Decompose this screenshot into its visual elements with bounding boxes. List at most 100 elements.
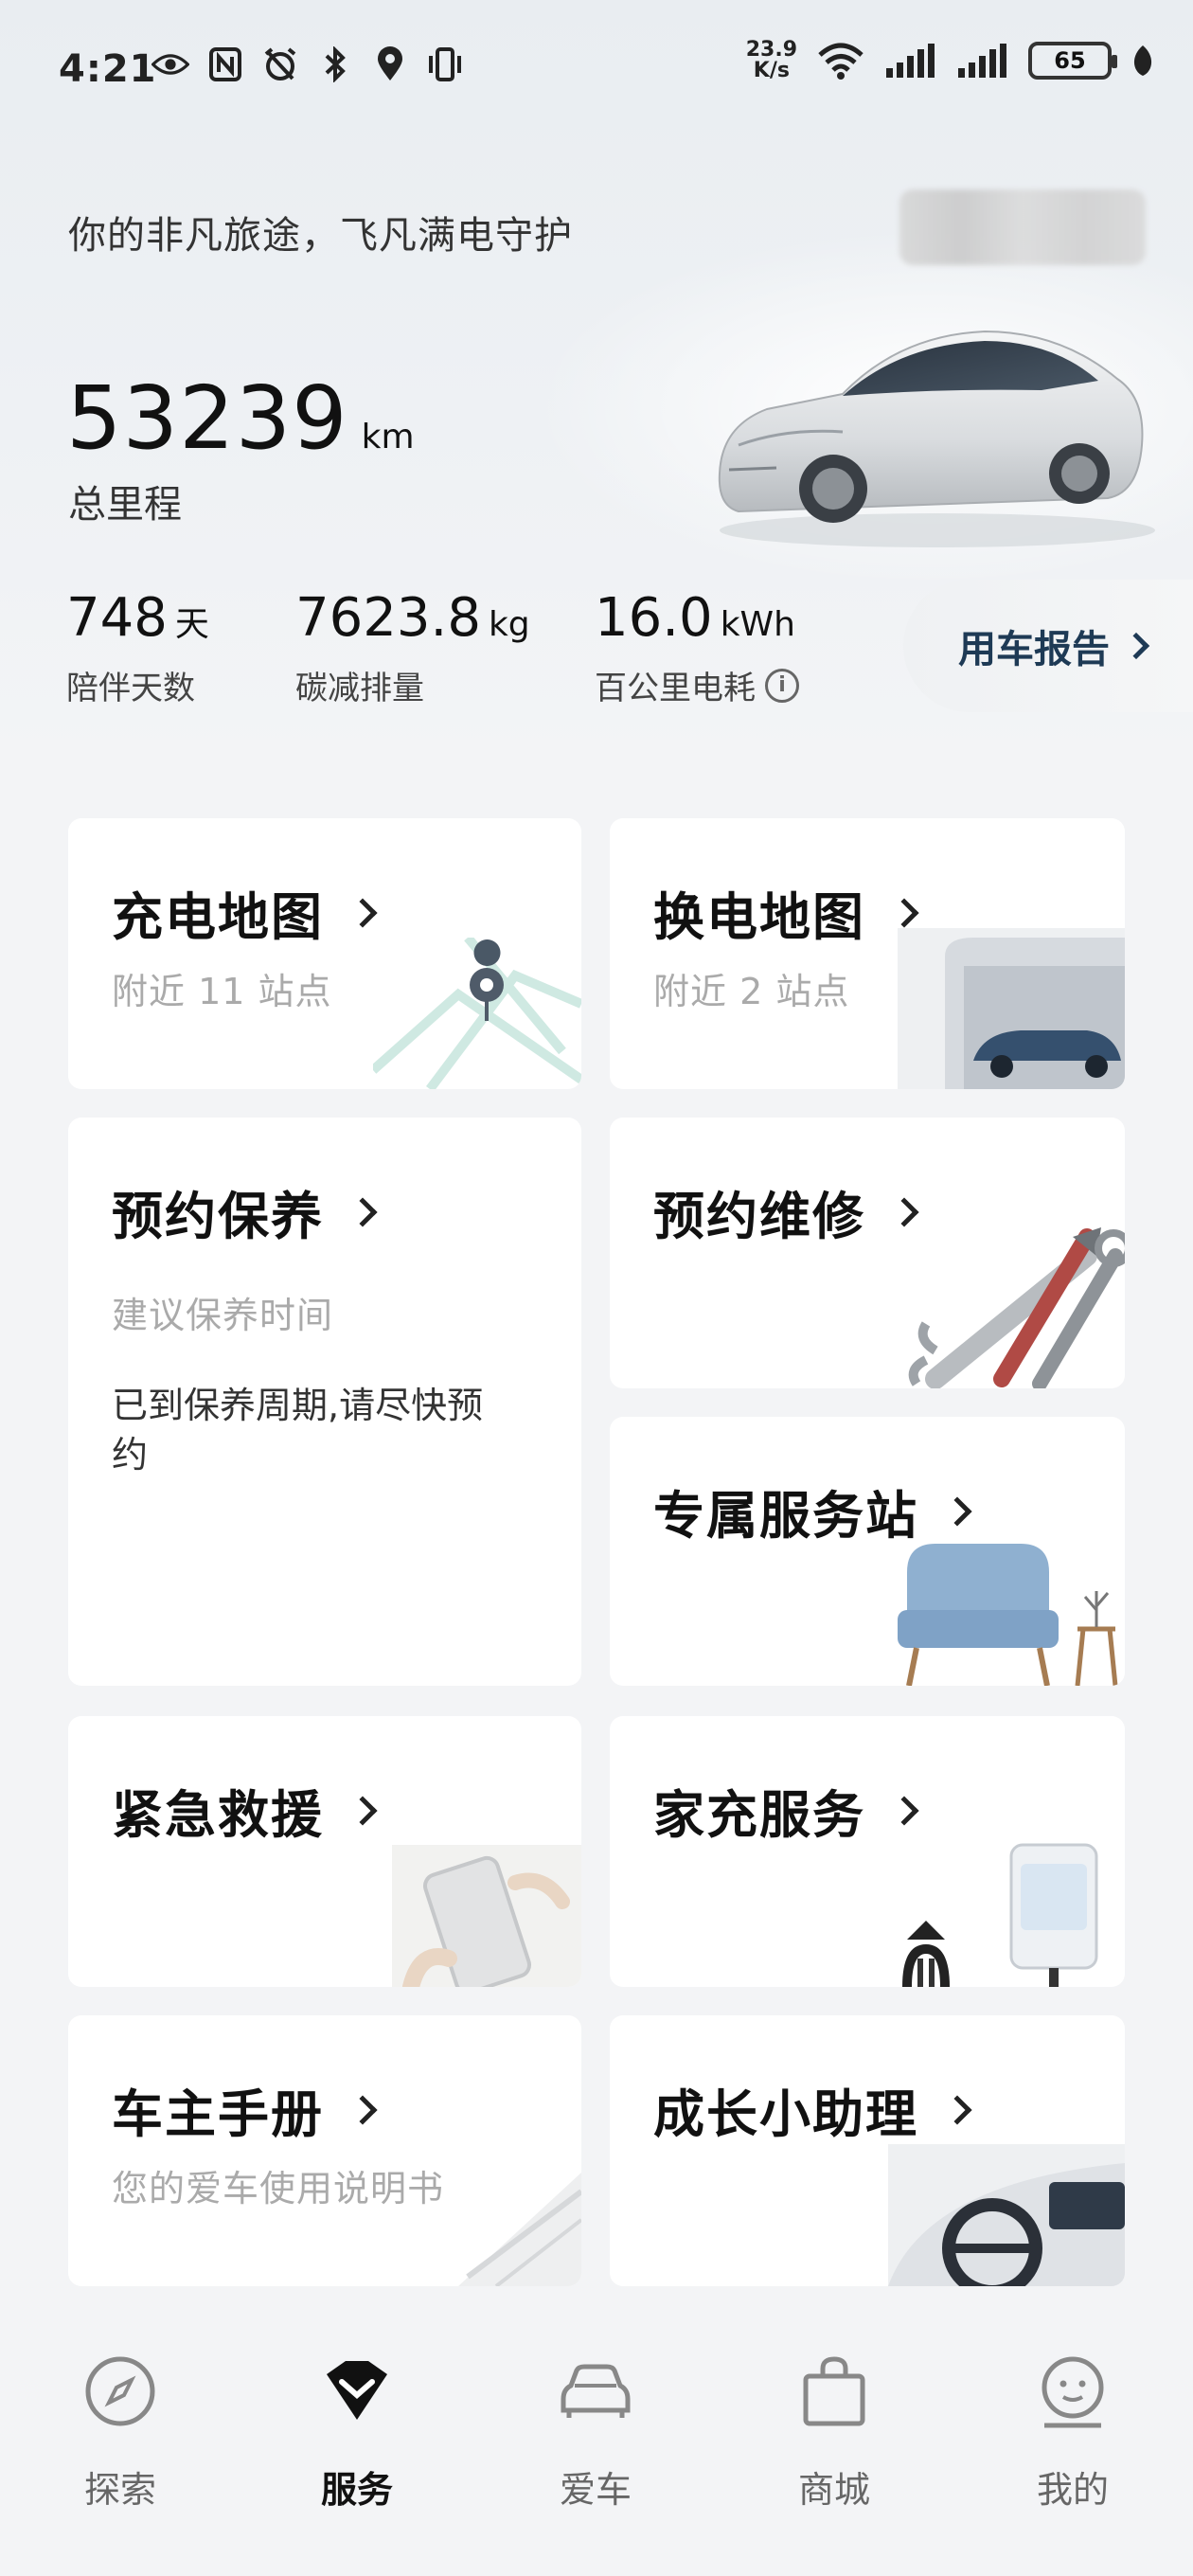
nav-profile[interactable]: 我的 [1002, 2349, 1144, 2513]
card-title-row: 车主手册 [112, 2072, 378, 2147]
owner-manual-card[interactable]: 车主手册 您的爱车使用说明书 [68, 2015, 581, 2286]
maintenance-status-text: 已到保养周期,请尽快预约 [112, 1385, 484, 1476]
service-station-card[interactable]: 专属服务站 [610, 1417, 1125, 1686]
nav-car[interactable]: 爱车 [525, 2349, 667, 2513]
stat-label-row: 百公里电耗 i [595, 662, 799, 708]
battery-indicator: 65 [1028, 42, 1117, 80]
armchair-icon [898, 1544, 1118, 1686]
card-subtitle: 附近 2 站点 [653, 971, 850, 1012]
card-title: 充电地图 [112, 887, 324, 947]
repair-card[interactable]: 预约维修 [610, 1118, 1125, 1388]
card-subtitle: 建议保养时间 [112, 1295, 334, 1336]
card-title: 换电地图 [653, 887, 865, 947]
alarm-off-icon [261, 45, 299, 83]
stat-unit: 天 [174, 605, 209, 644]
stat-label: 百公里电耗 [595, 670, 756, 707]
nav-label: 我的 [1036, 2469, 1109, 2511]
card-title: 紧急救援 [112, 1785, 324, 1845]
nav-service[interactable]: 服务 [286, 2349, 428, 2513]
status-time: 4:21 [59, 47, 157, 91]
emergency-rescue-card[interactable]: 紧急救援 [68, 1716, 581, 1987]
stat-unit: kg [488, 605, 530, 644]
card-title: 成长小助理 [653, 2084, 918, 2144]
card-title-row: 预约维修 [653, 1174, 919, 1249]
stat-energy-consumption: 16.0 kWh 百公里电耗 i [595, 587, 799, 708]
status-bar: 4:21 23.9 K/s 65 [0, 0, 1193, 133]
chevron-right-icon [347, 897, 378, 928]
status-icons-left [151, 45, 464, 83]
card-title: 家充服务 [653, 1785, 865, 1845]
bottom-navigation: 探索 服务 爱车 商城 我的 [0, 2311, 1193, 2576]
swap-station-icon [898, 928, 1125, 1089]
mileage-value: 53239 [66, 367, 348, 469]
car-image[interactable] [701, 303, 1155, 559]
maintenance-card[interactable]: 预约保养 建议保养时间 已到保养周期,请尽快预约 [68, 1118, 581, 1686]
chevron-right-icon [347, 1196, 378, 1227]
chevron-right-icon [942, 1495, 972, 1527]
nav-label: 服务 [320, 2469, 393, 2511]
bluetooth-icon [316, 45, 354, 83]
wrench-tools-icon [908, 1227, 1125, 1388]
stat-companion-days: 748 天 陪伴天数 [66, 587, 209, 708]
chevron-right-icon [1122, 632, 1150, 660]
card-title: 预约保养 [112, 1187, 324, 1246]
blurred-username [899, 189, 1146, 265]
book-icon [458, 2173, 581, 2286]
mileage-label: 总里程 [68, 483, 182, 527]
stat-label: 碳减排量 [295, 670, 424, 707]
usage-report-button[interactable]: 用车报告 [903, 580, 1193, 712]
card-title: 专属服务站 [653, 1486, 918, 1546]
stat-value: 748 [66, 587, 168, 649]
home-charging-card[interactable]: 家充服务 [610, 1716, 1125, 1987]
swap-map-card[interactable]: 换电地图 附近 2 站点 [610, 818, 1125, 1089]
nav-mall[interactable]: 商城 [763, 2349, 905, 2513]
growth-assistant-card[interactable]: 成长小助理 [610, 2015, 1125, 2286]
total-mileage: 53239 km [66, 367, 415, 469]
wall-charger-icon [902, 1843, 1098, 1987]
vibrate-icon [426, 45, 464, 83]
card-title-row: 成长小助理 [653, 2072, 972, 2147]
status-icons-right: 23.9 K/s 65 [746, 40, 1155, 81]
phone-in-hand-icon [392, 1845, 581, 1987]
location-icon [371, 45, 409, 83]
shopping-bag-icon [792, 2349, 877, 2434]
card-title: 预约维修 [653, 1187, 865, 1246]
wifi-icon [816, 42, 865, 80]
compass-icon [78, 2349, 163, 2434]
network-speed: 23.9 K/s [746, 40, 797, 81]
card-title-row: 紧急救援 [112, 1773, 378, 1848]
chevron-right-icon [347, 2094, 378, 2125]
chevron-right-icon [889, 1795, 919, 1826]
signal-icon [884, 42, 937, 80]
chevron-right-icon [347, 1795, 378, 1826]
eye-icon [151, 45, 189, 83]
stat-carbon-reduction: 7623.8 kg 碳减排量 [295, 587, 530, 708]
nav-label: 探索 [83, 2469, 156, 2511]
nav-label: 商城 [797, 2469, 870, 2511]
card-title-row: 换电地图 [653, 875, 919, 950]
stat-unit: kWh [720, 605, 795, 644]
info-icon[interactable]: i [765, 668, 799, 703]
nav-explore[interactable]: 探索 [49, 2349, 191, 2513]
map-pin-icon [373, 938, 581, 1089]
car-icon [553, 2349, 638, 2434]
card-title-row: 充电地图 [112, 875, 378, 950]
nav-label: 爱车 [559, 2469, 632, 2511]
leaf-icon [1131, 42, 1155, 80]
charging-map-card[interactable]: 充电地图 附近 11 站点 [68, 818, 581, 1089]
slogan-text: 你的非凡旅途，飞凡满电守护 [68, 214, 573, 258]
battery-level: 65 [1054, 47, 1086, 74]
diamond-icon [314, 2349, 400, 2434]
network-speed-value: 23.9 [745, 38, 797, 62]
card-title-row: 预约保养 [112, 1174, 378, 1249]
stat-value: 7623.8 [295, 587, 481, 649]
card-subtitle: 附近 11 站点 [112, 971, 332, 1012]
chevron-right-icon [889, 897, 919, 928]
nfc-icon [206, 45, 244, 83]
card-title-row: 家充服务 [653, 1773, 919, 1848]
usage-report-label: 用车报告 [958, 628, 1110, 671]
stat-value: 16.0 [595, 587, 713, 649]
car-interior-icon [888, 2144, 1125, 2286]
stat-label: 陪伴天数 [66, 670, 195, 707]
network-speed-unit: K/s [753, 59, 790, 82]
